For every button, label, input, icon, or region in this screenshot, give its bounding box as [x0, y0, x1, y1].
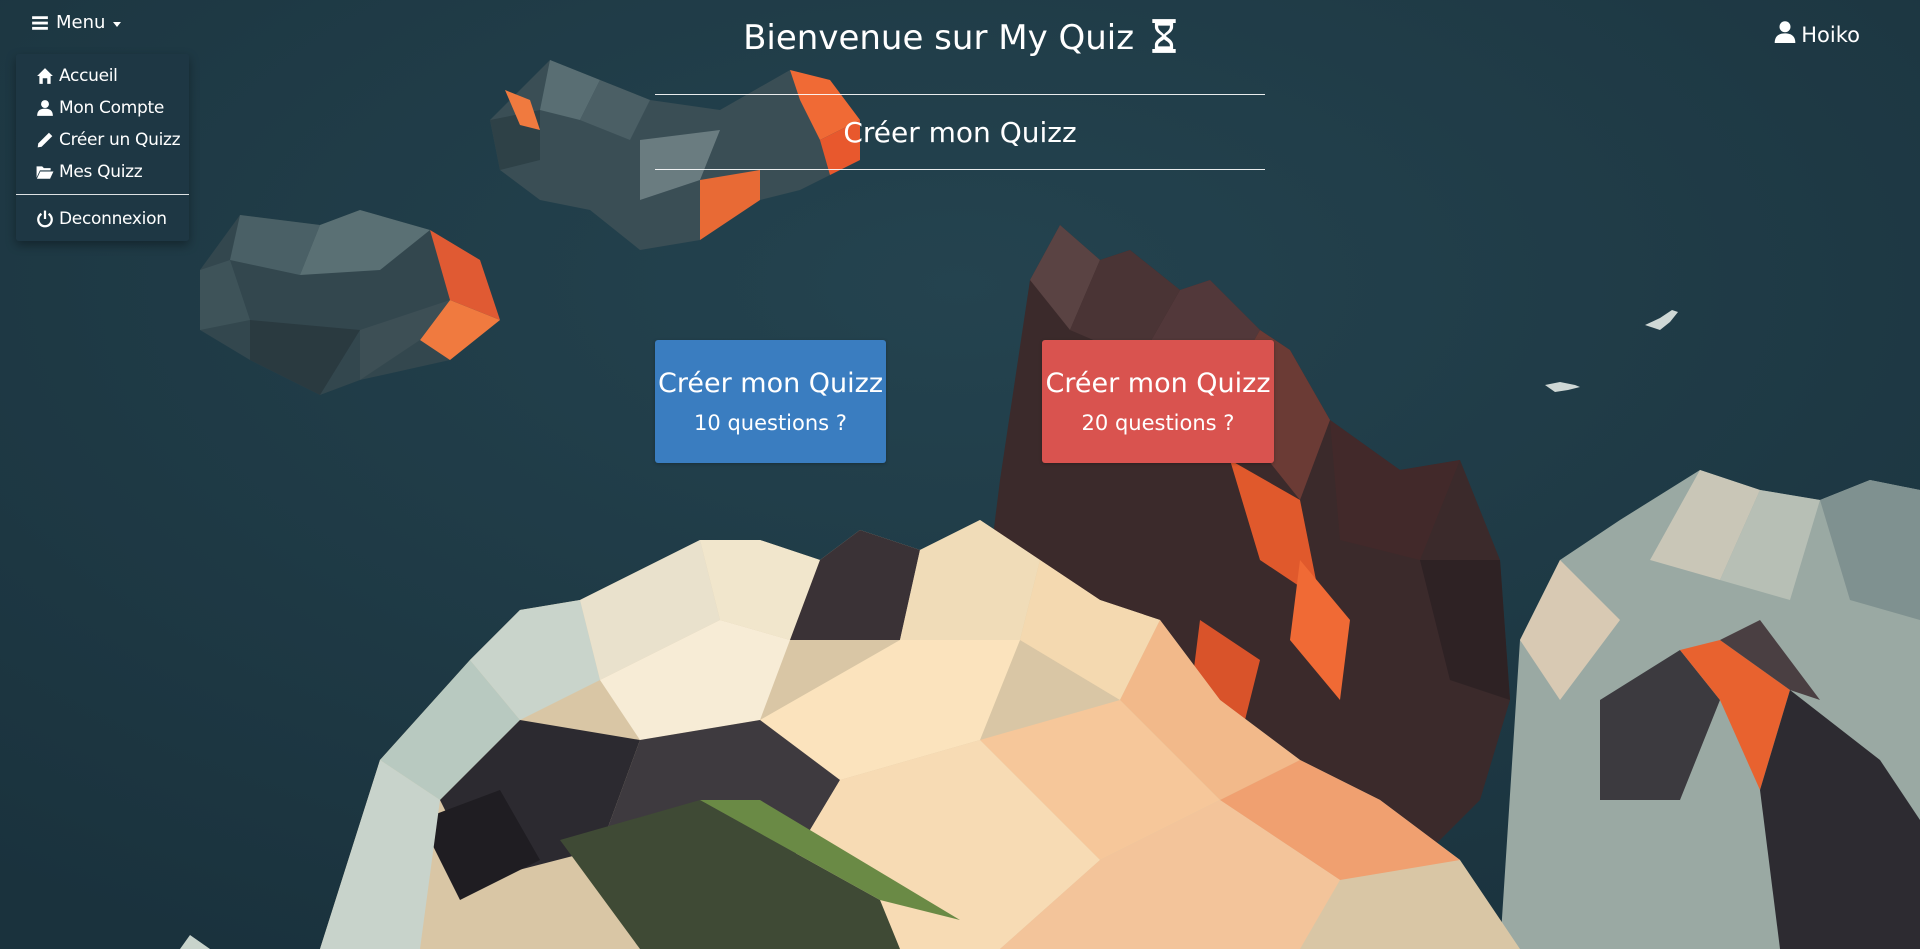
page-title: Bienvenue sur My Quiz — [0, 18, 1920, 58]
create-quiz-button-title: Créer mon Quizz — [1045, 368, 1271, 399]
menu-item-creer-quizz[interactable]: Créer un Quizz — [16, 124, 189, 156]
create-quiz-button-subtitle: 20 questions ? — [1081, 411, 1235, 435]
create-quiz-20-button[interactable]: Créer mon Quizz 20 questions ? — [1042, 340, 1274, 463]
section-heading-text: Créer mon Quizz — [843, 115, 1077, 149]
menu-item-label: Mon Compte — [59, 98, 164, 118]
menu-item-mon-compte[interactable]: Mon Compte — [16, 92, 189, 124]
menu-item-mes-quizz[interactable]: Mes Quizz — [16, 156, 189, 188]
menu-divider — [16, 194, 189, 195]
menu-item-label: Mes Quizz — [59, 162, 143, 182]
create-quiz-button-subtitle: 10 questions ? — [694, 411, 847, 435]
menu-item-deconnexion[interactable]: Deconnexion — [16, 203, 189, 235]
create-quiz-button-title: Créer mon Quizz — [658, 368, 883, 399]
menu-item-label: Accueil — [59, 66, 118, 86]
page-title-text: Bienvenue sur My Quiz — [743, 18, 1135, 58]
create-quiz-10-button[interactable]: Créer mon Quizz 10 questions ? — [655, 340, 886, 463]
home-icon — [35, 66, 55, 86]
user-icon — [35, 98, 55, 118]
menu-item-label: Créer un Quizz — [59, 130, 181, 150]
hourglass-icon — [1152, 19, 1176, 53]
menu-item-label: Deconnexion — [59, 209, 167, 229]
menu-item-accueil[interactable]: Accueil — [16, 60, 189, 92]
power-icon — [35, 209, 55, 229]
page: Menu Accueil Mon Compte Créer un Quizz M… — [0, 0, 1920, 949]
folder-open-icon — [35, 162, 55, 182]
section-heading: Créer mon Quizz — [655, 94, 1265, 170]
pencil-icon — [35, 130, 55, 150]
menu-dropdown: Accueil Mon Compte Créer un Quizz Mes Qu… — [16, 54, 189, 241]
